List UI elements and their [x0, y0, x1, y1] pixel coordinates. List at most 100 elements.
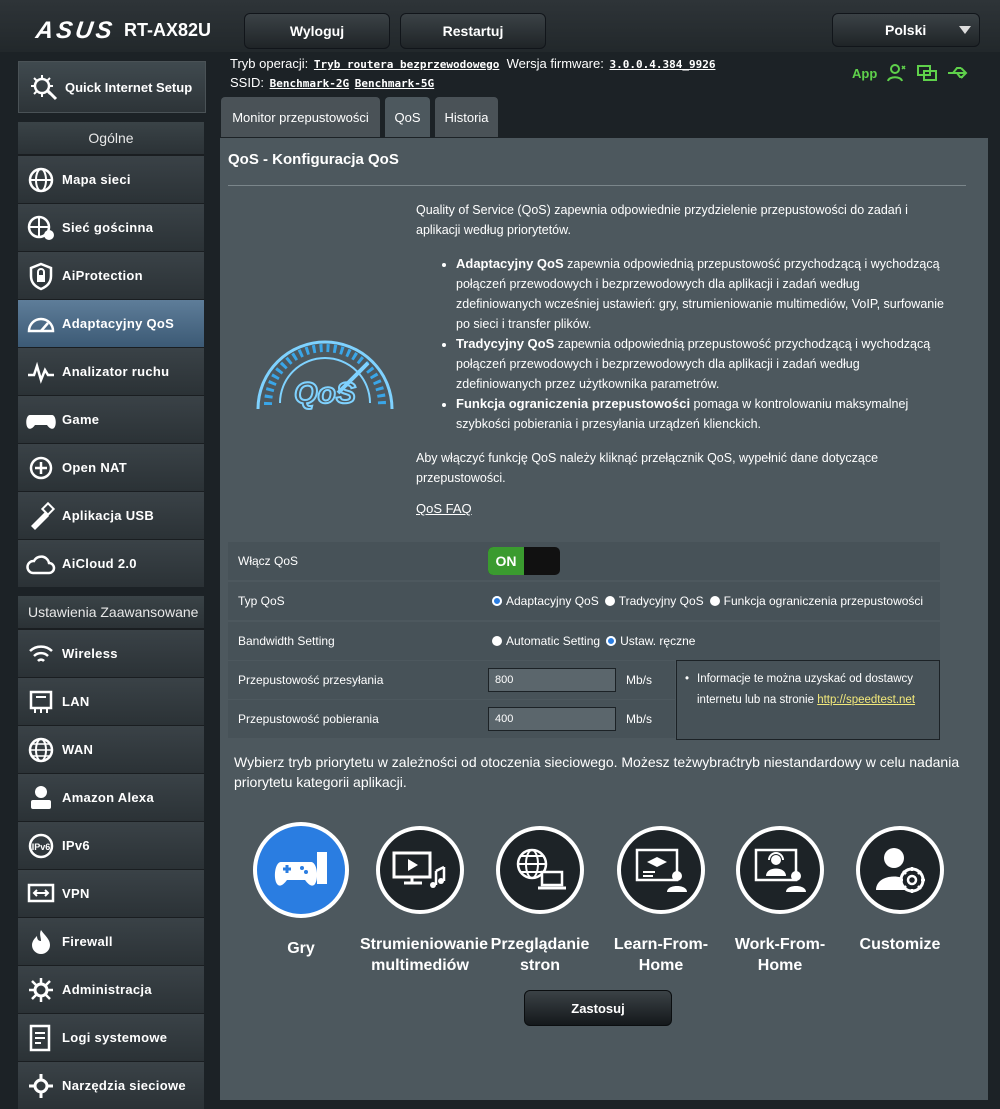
radio-automatic-dot: [492, 636, 502, 646]
sidebar-item-label: Analizator ruchu: [62, 364, 170, 379]
speedtest-link[interactable]: http://speedtest.net: [817, 694, 915, 706]
wifi-icon: [29, 644, 53, 662]
sidebar-item-mapa-sieci[interactable]: Mapa sieci: [18, 155, 204, 203]
ssid-2g-link[interactable]: Benchmark-2G: [270, 77, 349, 90]
ssid-label: SSID:: [230, 75, 264, 90]
clients-icon[interactable]: [887, 64, 907, 82]
qos-type-label: Typ QoS: [228, 582, 478, 620]
globe-icon: [28, 737, 54, 762]
bandwidth-setting-label: Bandwidth Setting: [228, 622, 478, 660]
radio-traditional-dot: [604, 596, 615, 606]
download-bandwidth-input[interactable]: [488, 707, 616, 731]
sidebar-item-vpn[interactable]: VPN: [18, 869, 204, 917]
radio-traditional-label: Tradycyjny QoS: [618, 594, 704, 608]
sidebar-item-administracja[interactable]: Administracja: [18, 965, 204, 1013]
sidebar-item-aplikacja-usb[interactable]: Aplikacja USB: [18, 491, 204, 539]
tab-bandwidth-monitor[interactable]: Monitor przepustowości: [221, 97, 380, 137]
sidebar-item-label: Aplikacja USB: [62, 508, 155, 523]
radio-limiter-dot: [709, 596, 720, 606]
mode-browsing-circle: [496, 826, 584, 914]
quick-setup-icon: [31, 75, 58, 101]
sidebar-item-ipv6[interactable]: IPv6 IPv6: [18, 821, 204, 869]
qos-description: Quality of Service (QoS) zapewnia odpowi…: [416, 200, 946, 488]
sidebar-item-label: LAN: [62, 694, 90, 709]
op-mode-label: Tryb operacji:: [230, 56, 309, 71]
sidebar-item-label: Game: [62, 412, 100, 427]
mode-web-browsing[interactable]: Przeglądanie stron: [480, 826, 600, 976]
advanced-section-title: Ustawienia Zaawansowane: [18, 596, 204, 629]
app-link[interactable]: App: [852, 66, 877, 81]
enable-hint: Aby włączyć funkcję QoS należy kliknąć p…: [416, 451, 879, 485]
mode-customize[interactable]: Customize: [840, 826, 960, 955]
general-menu: Ogólne Mapa sieci Sieć gościnna AiProtecti…: [18, 122, 204, 587]
sidebar-item-wan[interactable]: WAN: [18, 725, 204, 773]
radio-manual-setting[interactable]: Ustaw. ręczne: [606, 634, 695, 648]
speedometer-icon: [27, 317, 55, 332]
language-select[interactable]: Polski: [832, 13, 980, 47]
download-label: Przepustowość pobierania: [228, 700, 478, 738]
tab-qos[interactable]: QoS: [385, 97, 430, 137]
sidebar-item-amazon-alexa[interactable]: Amazon Alexa: [18, 773, 204, 821]
radio-adaptive-dot: [492, 596, 502, 606]
bandwidth-setting-options: Automatic Setting Ustaw. ręczne: [478, 622, 940, 660]
radio-manual-dot: [606, 636, 617, 646]
ipv6-icon: IPv6: [28, 833, 54, 858]
learn-from-home-icon: [635, 848, 687, 892]
sidebar-item-lan[interactable]: LAN: [18, 677, 204, 725]
sidebar-item-wireless[interactable]: Wireless: [18, 629, 204, 677]
radio-traditional-qos[interactable]: Tradycyjny QoS: [604, 594, 704, 608]
sidebar-item-label: VPN: [62, 886, 90, 901]
op-mode-link[interactable]: Tryb routera bezprzewodowego: [314, 58, 499, 71]
upload-cell: Mb/s: [478, 661, 675, 699]
sidebar-item-narzedzia-sieciowe[interactable]: Narzędzia sieciowe: [18, 1061, 204, 1109]
restart-button[interactable]: Restartuj: [400, 13, 546, 49]
mode-work-from-home[interactable]: Work-From-Home: [720, 826, 840, 976]
logout-button[interactable]: Wyloguj: [244, 13, 390, 49]
mode-work-label: Work-From-Home: [734, 936, 826, 974]
mode-customize-label: Customize: [859, 936, 941, 953]
mode-gaming[interactable]: Gry: [241, 822, 361, 959]
sidebar-item-aiprotection[interactable]: AiProtection: [18, 251, 204, 299]
sidebar-item-open-nat[interactable]: Open NAT: [18, 443, 204, 491]
radio-automatic-setting[interactable]: Automatic Setting: [492, 634, 600, 648]
usb-icon[interactable]: [947, 64, 969, 82]
sidebar-item-firewall[interactable]: Firewall: [18, 917, 204, 965]
tab-history[interactable]: Historia: [435, 97, 498, 137]
radio-bandwidth-limiter[interactable]: Funkcja ograniczenia przepustowości: [709, 594, 923, 608]
general-section-title: Ogólne: [18, 122, 204, 155]
mode-learn-from-home[interactable]: Learn-From-Home: [601, 826, 721, 976]
quick-internet-setup-button[interactable]: Quick Internet Setup: [18, 61, 206, 113]
sidebar-item-aicloud-2-0[interactable]: AiCloud 2.0: [18, 539, 204, 587]
sidebar-item-game[interactable]: Game: [18, 395, 204, 443]
guest-network-icon: [27, 215, 54, 240]
sidebar-item-analizator-ruchu[interactable]: Analizator ruchu: [18, 347, 204, 395]
vpn-icon: [27, 883, 55, 902]
sidebar-item-label: AiCloud 2.0: [62, 556, 137, 571]
firmware-link[interactable]: 3.0.0.4.384_9926: [609, 58, 715, 71]
qos-faq-link[interactable]: QoS FAQ: [416, 501, 472, 516]
customize-icon: [876, 848, 925, 893]
svg-text:IPv6: IPv6: [32, 842, 51, 852]
radio-manual-label: Ustaw. ręczne: [620, 634, 696, 648]
apply-button[interactable]: Zastosuj: [524, 990, 672, 1026]
qos-toggle[interactable]: ON: [488, 547, 560, 575]
qos-intro: Quality of Service (QoS) zapewnia odpowi…: [416, 203, 908, 237]
sidebar-item-logi-systemowe[interactable]: Logi systemowe: [18, 1013, 204, 1061]
firewall-icon: [32, 929, 50, 954]
mode-media-streaming[interactable]: Strumieniowanie multimediów: [360, 826, 488, 976]
radio-adaptive-qos[interactable]: Adaptacyjny QoS: [492, 594, 599, 608]
upload-bandwidth-input[interactable]: [488, 668, 616, 692]
advanced-menu: Ustawienia Zaawansowane Wireless LAN WAN Am…: [18, 596, 204, 1109]
sidebar-item-adaptacyjny-qos[interactable]: Adaptacyjny QoS: [18, 299, 204, 347]
shield-lock-icon: [29, 262, 53, 290]
traffic-analyzer-icon: [28, 361, 54, 384]
devices-icon[interactable]: [917, 64, 938, 82]
router-model: RT-AX82U: [124, 20, 212, 40]
sidebar-item-label: IPv6: [62, 838, 90, 853]
ssid-5g-link[interactable]: Benchmark-5G: [355, 77, 434, 90]
sidebar-item-label: WAN: [62, 742, 94, 757]
sidebar-item-label: Firewall: [62, 934, 113, 949]
quick-setup-label: Quick Internet Setup: [65, 79, 193, 95]
sidebar-item-siec-goscinna[interactable]: Sieć gościnna: [18, 203, 204, 251]
work-from-home-icon: [754, 848, 806, 892]
